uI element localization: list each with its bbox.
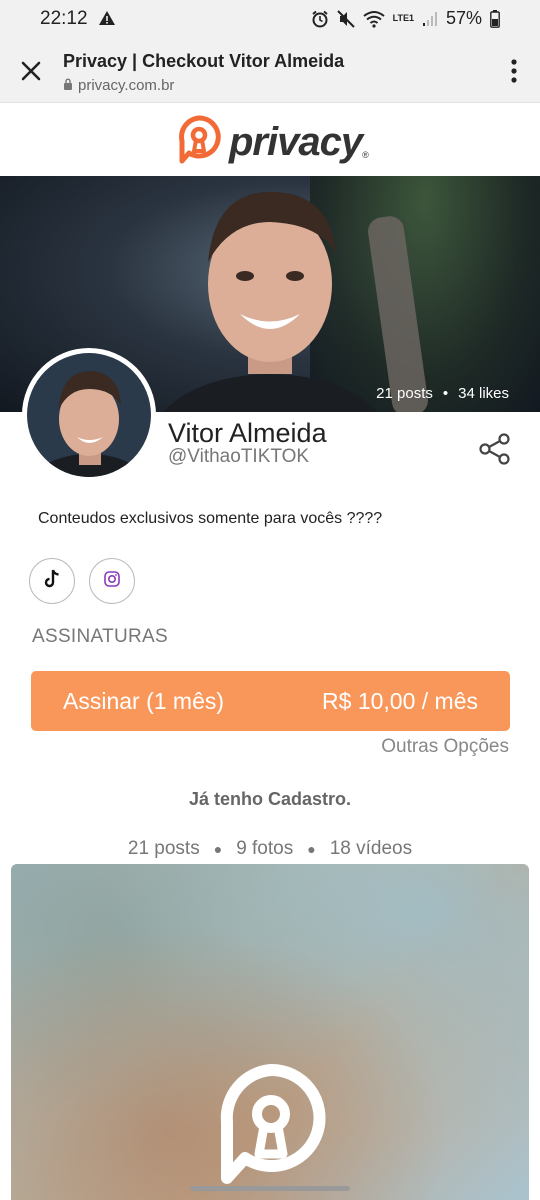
more-options-icon[interactable] — [510, 58, 518, 84]
home-indicator[interactable] — [190, 1186, 350, 1191]
lte-label: LTE1 — [392, 13, 414, 23]
cover-stats: 21 posts • 34 likes — [376, 385, 509, 402]
battery-icon — [490, 9, 500, 28]
content-counts: 21 posts ● 9 fotos ● 18 vídeos — [0, 838, 540, 860]
privacy-lock-icon — [215, 1062, 327, 1200]
signal-icon — [422, 11, 438, 27]
privacy-logo-text: privacy — [229, 120, 363, 164]
cover-likes-count: 34 likes — [458, 385, 509, 402]
mute-icon — [336, 9, 355, 28]
separator-dot: ● — [307, 841, 316, 857]
url-text: privacy.com.br — [78, 77, 175, 94]
other-options-link[interactable]: Outras Opções — [381, 736, 509, 758]
subscribe-button[interactable]: Assinar (1 mês) R$ 10,00 / mês — [31, 671, 510, 731]
battery-percent: 57% — [445, 8, 482, 28]
photos-count[interactable]: 9 fotos — [236, 838, 293, 860]
profile-bio: Conteudos exclusivos somente para vocês … — [38, 510, 383, 527]
close-icon[interactable] — [18, 58, 44, 84]
cover-posts-count: 21 posts — [376, 385, 433, 402]
status-time: 22:12 — [40, 8, 88, 29]
wifi-icon — [363, 10, 385, 28]
status-bar: 22:12 LTE1 57% — [0, 0, 540, 38]
warning-icon — [98, 10, 116, 31]
posts-count[interactable]: 21 posts — [128, 838, 200, 860]
privacy-logo-icon — [177, 115, 221, 170]
url-bar[interactable]: privacy.com.br — [63, 77, 174, 94]
subscriptions-heading: ASSINATURAS — [32, 626, 168, 647]
share-icon[interactable] — [478, 432, 512, 466]
instagram-icon — [104, 570, 120, 592]
alarm-icon — [311, 10, 329, 28]
tiktok-link[interactable] — [29, 558, 75, 604]
lock-icon — [63, 77, 73, 94]
browser-toolbar: Privacy | Checkout Vitor Almeida privacy… — [0, 38, 540, 103]
login-link[interactable]: Já tenho Cadastro. — [0, 789, 540, 810]
profile-handle: @VithaoTIKTOK — [168, 446, 310, 467]
locked-content-preview[interactable] — [11, 864, 529, 1200]
tiktok-icon — [43, 569, 61, 594]
page-title: Privacy | Checkout Vitor Almeida — [63, 51, 345, 71]
subscribe-button-plan: Assinar (1 mês) — [63, 687, 225, 714]
videos-count[interactable]: 18 vídeos — [330, 838, 412, 860]
profile-name: Vitor Almeida — [168, 418, 327, 448]
separator-dot: • — [442, 385, 449, 402]
privacy-logo[interactable]: privacy ® — [177, 115, 369, 170]
cover-person-photo — [163, 191, 377, 412]
avatar[interactable] — [22, 348, 156, 482]
subscribe-button-price: R$ 10,00 / mês — [322, 687, 478, 714]
registered-mark: ® — [362, 150, 369, 160]
separator-dot: ● — [213, 841, 223, 857]
instagram-link[interactable] — [89, 558, 135, 604]
brand-header: privacy ® — [0, 103, 540, 176]
